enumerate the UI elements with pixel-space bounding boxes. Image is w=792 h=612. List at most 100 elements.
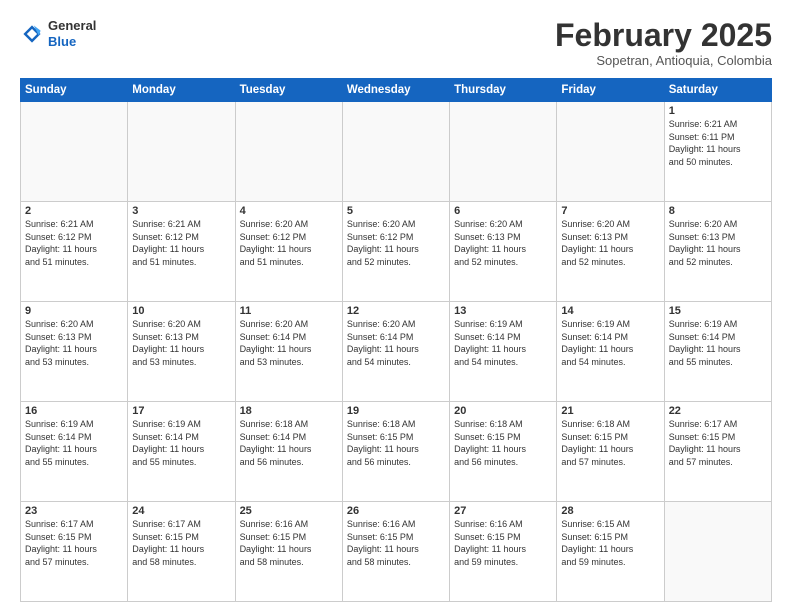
calendar-week-2: 2Sunrise: 6:21 AM Sunset: 6:12 PM Daylig… [21, 202, 772, 302]
calendar-cell: 19Sunrise: 6:18 AM Sunset: 6:15 PM Dayli… [342, 402, 449, 502]
page: General Blue February 2025 Sopetran, Ant… [0, 0, 792, 612]
cell-info: Sunrise: 6:18 AM Sunset: 6:15 PM Dayligh… [454, 418, 552, 468]
day-number: 17 [132, 405, 230, 417]
logo-icon [20, 22, 44, 46]
calendar-cell: 25Sunrise: 6:16 AM Sunset: 6:15 PM Dayli… [235, 502, 342, 602]
cell-info: Sunrise: 6:20 AM Sunset: 6:13 PM Dayligh… [561, 218, 659, 268]
calendar-cell: 18Sunrise: 6:18 AM Sunset: 6:14 PM Dayli… [235, 402, 342, 502]
calendar-cell: 24Sunrise: 6:17 AM Sunset: 6:15 PM Dayli… [128, 502, 235, 602]
day-number: 22 [669, 405, 767, 417]
day-number: 7 [561, 205, 659, 217]
day-number: 23 [25, 505, 123, 517]
calendar-week-4: 16 Sunrise: 6:19 AM Sunset: 6:14 PM Dayli… [21, 402, 772, 502]
calendar-cell: 12Sunrise: 6:20 AM Sunset: 6:14 PM Dayli… [342, 302, 449, 402]
day-number: 13 [454, 305, 552, 317]
calendar-cell: 26Sunrise: 6:16 AM Sunset: 6:15 PM Dayli… [342, 502, 449, 602]
day-number: 28 [561, 505, 659, 517]
cell-info: Sunrise: 6:19 AM Sunset: 6:14 PM Dayligh… [669, 318, 767, 368]
cell-info: Sunrise: 6:18 AM Sunset: 6:15 PM Dayligh… [347, 418, 445, 468]
cell-info: Sunrise: 6:21 AM Sunset: 6:12 PM Dayligh… [25, 218, 123, 268]
day-number: 18 [240, 405, 338, 417]
cell-info: Sunrise: 6:16 AM Sunset: 6:15 PM Dayligh… [347, 518, 445, 568]
cell-info: Sunrise: 6:16 AM Sunset: 6:15 PM Dayligh… [454, 518, 552, 568]
day-number: 25 [240, 505, 338, 517]
cell-info: Sunrise: 6:20 AM Sunset: 6:12 PM Dayligh… [347, 218, 445, 268]
calendar-cell: 1Sunrise: 6:21 AM Sunset: 6:11 PM Daylig… [664, 102, 771, 202]
day-number: 21 [561, 405, 659, 417]
day-number: 9 [25, 305, 123, 317]
day-number: 1 [669, 105, 767, 117]
day-number: 3 [132, 205, 230, 217]
day-number: 5 [347, 205, 445, 217]
calendar-cell: 13Sunrise: 6:19 AM Sunset: 6:14 PM Dayli… [450, 302, 557, 402]
logo: General Blue [20, 18, 96, 49]
cell-info: Sunrise: 6:20 AM Sunset: 6:14 PM Dayligh… [347, 318, 445, 368]
col-header-monday: Monday [128, 79, 235, 102]
cell-info: Sunrise: 6:20 AM Sunset: 6:12 PM Dayligh… [240, 218, 338, 268]
day-number: 24 [132, 505, 230, 517]
calendar-cell: 4Sunrise: 6:20 AM Sunset: 6:12 PM Daylig… [235, 202, 342, 302]
calendar-header-row: SundayMondayTuesdayWednesdayThursdayFrid… [21, 79, 772, 102]
day-number: 16 [25, 405, 123, 417]
calendar-cell: 7Sunrise: 6:20 AM Sunset: 6:13 PM Daylig… [557, 202, 664, 302]
col-header-thursday: Thursday [450, 79, 557, 102]
cell-info: Sunrise: 6:21 AM Sunset: 6:11 PM Dayligh… [669, 118, 767, 168]
calendar-cell: 22Sunrise: 6:17 AM Sunset: 6:15 PM Dayli… [664, 402, 771, 502]
cell-info: Sunrise: 6:17 AM Sunset: 6:15 PM Dayligh… [669, 418, 767, 468]
calendar-cell: 17Sunrise: 6:19 AM Sunset: 6:14 PM Dayli… [128, 402, 235, 502]
calendar-cell: 2Sunrise: 6:21 AM Sunset: 6:12 PM Daylig… [21, 202, 128, 302]
location: Sopetran, Antioquia, Colombia [555, 53, 772, 68]
calendar-cell: 6Sunrise: 6:20 AM Sunset: 6:13 PM Daylig… [450, 202, 557, 302]
cell-info: Sunrise: 6:17 AM Sunset: 6:15 PM Dayligh… [25, 518, 123, 568]
day-number: 4 [240, 205, 338, 217]
cell-info: Sunrise: 6:19 AM Sunset: 6:14 PM Dayligh… [132, 418, 230, 468]
calendar-cell: 5Sunrise: 6:20 AM Sunset: 6:12 PM Daylig… [342, 202, 449, 302]
cell-info: Sunrise: 6:16 AM Sunset: 6:15 PM Dayligh… [240, 518, 338, 568]
calendar-cell: 11Sunrise: 6:20 AM Sunset: 6:14 PM Dayli… [235, 302, 342, 402]
calendar-cell: 10Sunrise: 6:20 AM Sunset: 6:13 PM Dayli… [128, 302, 235, 402]
calendar-cell: 21Sunrise: 6:18 AM Sunset: 6:15 PM Dayli… [557, 402, 664, 502]
title-block: February 2025 Sopetran, Antioquia, Colom… [555, 18, 772, 68]
calendar-cell [557, 102, 664, 202]
day-number: 20 [454, 405, 552, 417]
calendar-cell [128, 102, 235, 202]
calendar-cell [450, 102, 557, 202]
day-number: 27 [454, 505, 552, 517]
cell-info: Sunrise: 6:17 AM Sunset: 6:15 PM Dayligh… [132, 518, 230, 568]
calendar-week-1: 1Sunrise: 6:21 AM Sunset: 6:11 PM Daylig… [21, 102, 772, 202]
cell-info: Sunrise: 6:19 AM Sunset: 6:14 PM Dayligh… [561, 318, 659, 368]
cell-info: Sunrise: 6:18 AM Sunset: 6:15 PM Dayligh… [561, 418, 659, 468]
col-header-friday: Friday [557, 79, 664, 102]
day-number: 10 [132, 305, 230, 317]
cell-info: Sunrise: 6:19 AM Sunset: 6:14 PM Dayligh… [454, 318, 552, 368]
calendar-week-3: 9 Sunrise: 6:20 AM Sunset: 6:13 PM Daylig… [21, 302, 772, 402]
cell-info: Sunrise: 6:20 AM Sunset: 6:13 PM Dayligh… [669, 218, 767, 268]
calendar-cell [235, 102, 342, 202]
calendar-cell: 3Sunrise: 6:21 AM Sunset: 6:12 PM Daylig… [128, 202, 235, 302]
calendar-cell: 15Sunrise: 6:19 AM Sunset: 6:14 PM Dayli… [664, 302, 771, 402]
cell-info: Sunrise: 6:20 AM Sunset: 6:13 PM Dayligh… [454, 218, 552, 268]
calendar-week-5: 23Sunrise: 6:17 AM Sunset: 6:15 PM Dayli… [21, 502, 772, 602]
day-number: 15 [669, 305, 767, 317]
calendar-cell [342, 102, 449, 202]
calendar-cell: 9Sunrise: 6:20 AM Sunset: 6:13 PM Daylig… [21, 302, 128, 402]
calendar-cell [21, 102, 128, 202]
day-number: 2 [25, 205, 123, 217]
cell-info: Sunrise: 6:20 AM Sunset: 6:13 PM Dayligh… [132, 318, 230, 368]
day-number: 26 [347, 505, 445, 517]
month-year: February 2025 [555, 18, 772, 53]
col-header-tuesday: Tuesday [235, 79, 342, 102]
cell-info: Sunrise: 6:20 AM Sunset: 6:14 PM Dayligh… [240, 318, 338, 368]
cell-info: Sunrise: 6:18 AM Sunset: 6:14 PM Dayligh… [240, 418, 338, 468]
day-number: 6 [454, 205, 552, 217]
day-number: 19 [347, 405, 445, 417]
calendar-cell: 23Sunrise: 6:17 AM Sunset: 6:15 PM Dayli… [21, 502, 128, 602]
logo-blue: Blue [48, 34, 76, 49]
header: General Blue February 2025 Sopetran, Ant… [20, 18, 772, 68]
calendar-table: SundayMondayTuesdayWednesdayThursdayFrid… [20, 78, 772, 602]
cell-info: Sunrise: 6:15 AM Sunset: 6:15 PM Dayligh… [561, 518, 659, 568]
calendar-cell: 14Sunrise: 6:19 AM Sunset: 6:14 PM Dayli… [557, 302, 664, 402]
calendar-cell: 28Sunrise: 6:15 AM Sunset: 6:15 PM Dayli… [557, 502, 664, 602]
calendar-cell [664, 502, 771, 602]
logo-general: General [48, 18, 96, 33]
